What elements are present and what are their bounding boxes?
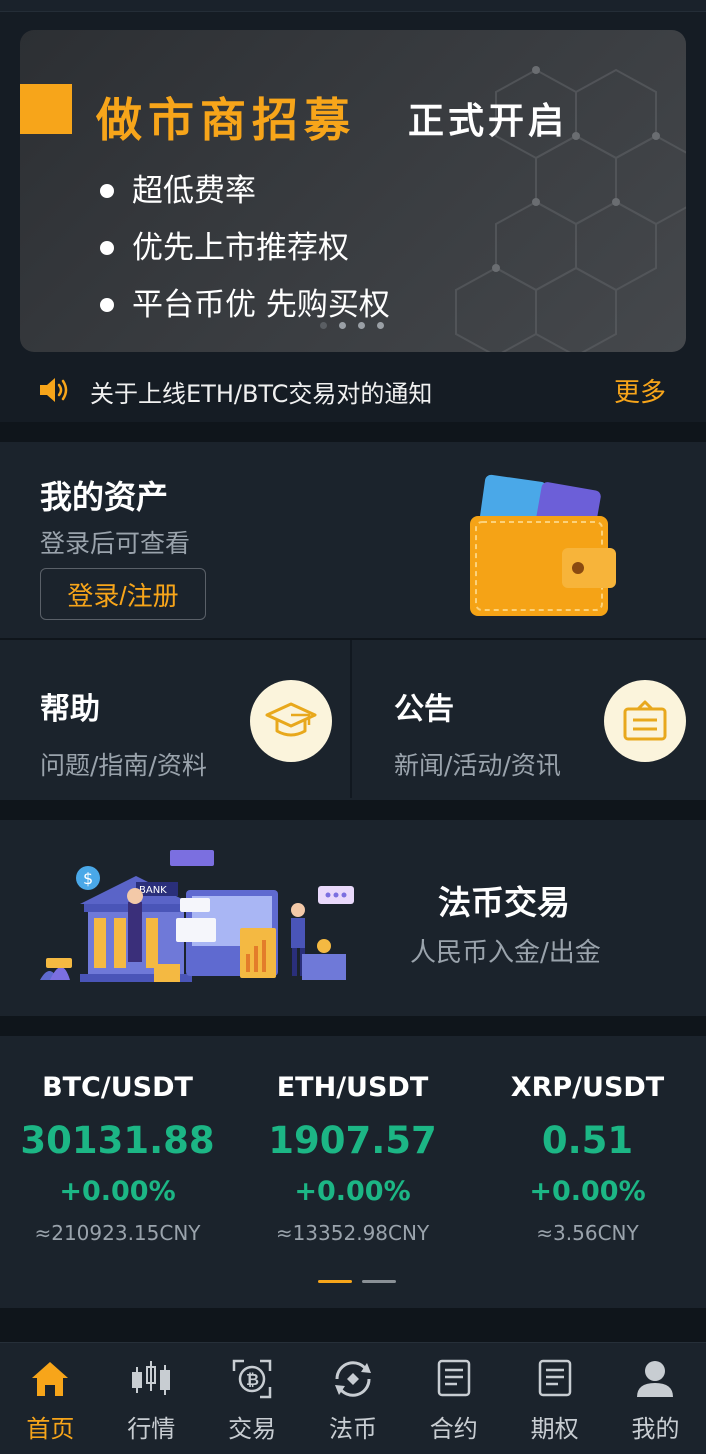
ticker-price: 1907.57 bbox=[268, 1119, 437, 1162]
ticker-cny: ≈13352.98CNY bbox=[275, 1221, 430, 1245]
tab-label: 首页 bbox=[26, 1415, 75, 1443]
banner-subtitle: 正式开启 bbox=[408, 101, 569, 142]
bank-sign-text: BANK bbox=[139, 885, 167, 896]
section-divider bbox=[0, 1308, 706, 1342]
fiat-swap-icon bbox=[334, 1361, 371, 1397]
announcement-title: 公告 bbox=[394, 692, 454, 727]
fiat-title: 法币交易 bbox=[438, 883, 570, 922]
carousel-indicator[interactable] bbox=[320, 322, 384, 329]
bullet-dot-icon bbox=[100, 297, 114, 312]
announcement-card[interactable]: 公告 新闻/活动/资讯 bbox=[354, 640, 706, 798]
tab-fiat[interactable]: 法币 bbox=[303, 1343, 404, 1454]
tab-market[interactable]: 行情 bbox=[101, 1343, 202, 1454]
tab-trade[interactable]: ₿ 交易 bbox=[202, 1343, 303, 1454]
my-assets-card: 我的资产 登录后可查看 登录/注册 bbox=[0, 442, 706, 638]
contract-icon bbox=[437, 1359, 471, 1397]
banner-title: 做市商招募 bbox=[96, 93, 356, 147]
carousel-dot[interactable] bbox=[377, 322, 384, 329]
notice-text[interactable]: 关于上线ETH/BTC交易对的通知 bbox=[90, 374, 432, 409]
tab-mine[interactable]: 我的 bbox=[605, 1343, 706, 1454]
login-register-button[interactable]: 登录/注册 bbox=[40, 568, 206, 620]
market-ticker-carousel[interactable]: BTC/USDT 30131.88 +0.00% ≈210923.15CNY E… bbox=[0, 1036, 706, 1308]
ticker-change: +0.00% bbox=[59, 1176, 176, 1207]
ticker-pair: XRP/USDT bbox=[510, 1072, 665, 1103]
announcement-subtitle: 新闻/活动/资讯 bbox=[394, 751, 561, 780]
banner-bullet-list: 超低费率 优先上市推荐权 平台币优 先购买权 bbox=[100, 162, 390, 333]
notice-more-link[interactable]: 更多 bbox=[614, 372, 666, 409]
ticker-change: +0.00% bbox=[529, 1176, 646, 1207]
ticker-pair: ETH/USDT bbox=[276, 1072, 429, 1103]
bullet-dot-icon bbox=[100, 240, 114, 255]
carousel-dot[interactable] bbox=[320, 322, 327, 329]
shortcut-cards: 帮助 问题/指南/资料 公告 新闻/活动/资讯 bbox=[0, 640, 706, 800]
tab-home[interactable]: 首页 bbox=[0, 1343, 101, 1454]
tab-options[interactable]: 期权 bbox=[504, 1343, 605, 1454]
options-icon bbox=[538, 1359, 571, 1397]
carousel-dot[interactable] bbox=[339, 322, 346, 329]
ticker-price: 0.51 bbox=[541, 1119, 634, 1162]
promo-banner[interactable]: 做市商招募 正式开启 超低费率 优先上市推荐权 平台币优 先购买权 bbox=[20, 30, 686, 352]
tab-label: 期权 bbox=[530, 1415, 579, 1443]
assets-subtitle: 登录后可查看 bbox=[40, 529, 191, 558]
fiat-subtitle: 人民币入金/出金 bbox=[410, 938, 601, 968]
section-divider bbox=[0, 422, 706, 442]
status-bar bbox=[0, 0, 706, 12]
banner-accent-block bbox=[20, 84, 72, 134]
help-icon-circle bbox=[250, 680, 332, 762]
ticker-change: +0.00% bbox=[294, 1176, 411, 1207]
bottom-tab-bar: 首页 行情 ₿ 交易 法币 合约 期权 我的 bbox=[0, 1342, 706, 1454]
help-card[interactable]: 帮助 问题/指南/资料 bbox=[0, 640, 352, 798]
page-indicator-bar[interactable] bbox=[362, 1280, 396, 1283]
wallet-icon bbox=[470, 474, 616, 616]
home-icon bbox=[32, 1362, 69, 1396]
ticker-btc[interactable]: BTC/USDT 30131.88 +0.00% ≈210923.15CNY bbox=[0, 1068, 235, 1248]
ticker-price: 30131.88 bbox=[20, 1119, 215, 1162]
user-icon bbox=[637, 1361, 674, 1397]
assets-title: 我的资产 bbox=[40, 478, 169, 516]
banner-bullet: 超低费率 bbox=[100, 162, 390, 219]
ticker-cny: ≈3.56CNY bbox=[536, 1221, 639, 1245]
bitcoin-exchange-icon: ₿ bbox=[232, 1359, 272, 1399]
page-indicator-bar[interactable] bbox=[318, 1280, 352, 1283]
hexagon-pattern bbox=[455, 66, 686, 352]
bullet-dot-icon bbox=[100, 183, 114, 198]
tab-label: 交易 bbox=[228, 1415, 277, 1443]
fiat-trading-card[interactable]: $ BANK 法币交易 人民币入金/出金 bbox=[0, 820, 706, 1016]
bank-illustration: $ BANK bbox=[40, 850, 354, 982]
banner-bullet: 优先上市推荐权 bbox=[100, 219, 390, 276]
graduation-cap-icon bbox=[265, 702, 317, 737]
tab-label: 行情 bbox=[127, 1415, 176, 1443]
ticker-xrp[interactable]: XRP/USDT 0.51 +0.00% ≈3.56CNY bbox=[470, 1068, 705, 1248]
ticker-pair: BTC/USDT bbox=[42, 1072, 193, 1103]
svg-text:₿: ₿ bbox=[246, 1370, 259, 1389]
help-title: 帮助 bbox=[40, 692, 100, 727]
ticker-page-indicator[interactable] bbox=[318, 1280, 396, 1283]
candlestick-icon bbox=[132, 1361, 171, 1395]
section-divider bbox=[0, 800, 706, 820]
notice-bar[interactable]: 关于上线ETH/BTC交易对的通知 更多 bbox=[0, 360, 706, 420]
section-divider bbox=[0, 1016, 706, 1036]
carousel-dot[interactable] bbox=[358, 322, 365, 329]
ticker-eth[interactable]: ETH/USDT 1907.57 +0.00% ≈13352.98CNY bbox=[235, 1068, 470, 1248]
help-subtitle: 问题/指南/资料 bbox=[40, 751, 207, 780]
notice-board-icon bbox=[623, 700, 667, 741]
svg-text:$: $ bbox=[83, 869, 93, 888]
speaker-icon bbox=[40, 378, 68, 402]
tab-contract[interactable]: 合约 bbox=[403, 1343, 504, 1454]
tab-label: 合约 bbox=[429, 1415, 478, 1443]
tab-label: 我的 bbox=[631, 1415, 680, 1443]
ticker-cny: ≈210923.15CNY bbox=[34, 1221, 201, 1245]
announcement-icon-circle bbox=[604, 680, 686, 762]
tab-label: 法币 bbox=[328, 1415, 377, 1443]
